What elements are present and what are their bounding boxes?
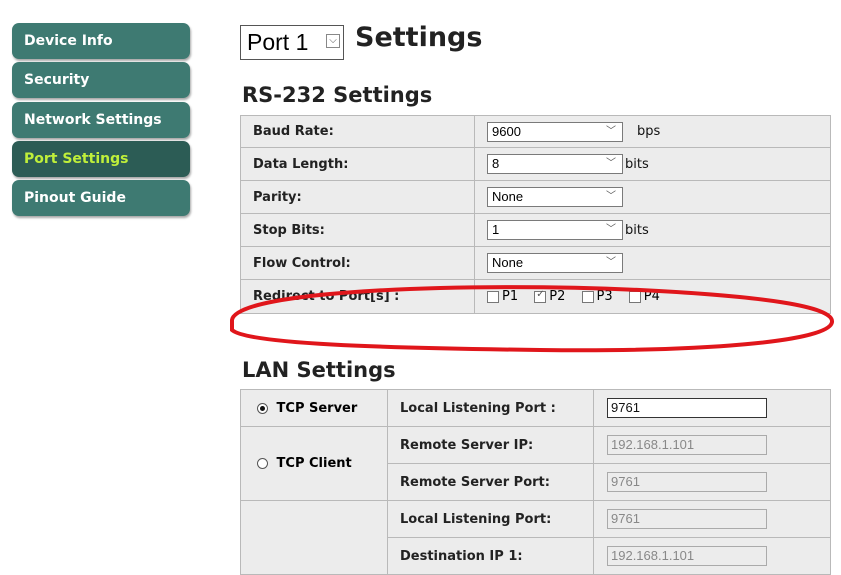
lan-section-title: LAN Settings bbox=[242, 358, 396, 382]
tcp-server-label: TCP Server bbox=[276, 400, 358, 416]
p1-checkbox[interactable] bbox=[487, 290, 499, 303]
tcp-server-local-port-label: Local Listening Port : bbox=[387, 389, 594, 427]
data-length-value: 8 bbox=[492, 156, 500, 171]
tcp-client-row-1: TCP Client Remote Server IP: 192.168.1.1… bbox=[240, 426, 831, 501]
chevron-down-icon: ⌵ bbox=[326, 34, 340, 48]
parity-row: Parity: None ﹀ bbox=[240, 180, 831, 214]
port-select[interactable]: Port 1 ⌵ bbox=[240, 25, 344, 60]
nav-pinout-guide[interactable]: Pinout Guide bbox=[12, 180, 190, 216]
destination-ip-1-label: Destination IP 1: bbox=[387, 537, 594, 575]
tcp-server-radio[interactable] bbox=[257, 402, 268, 414]
baud-rate-row: Baud Rate: 9600 ﹀ bps bbox=[240, 115, 831, 148]
baud-rate-value: 9600 bbox=[492, 123, 521, 139]
parity-value: None bbox=[492, 189, 524, 204]
p3-label: P3 bbox=[596, 289, 613, 304]
nav-port-settings[interactable]: Port Settings bbox=[12, 141, 190, 177]
tcp-server-row: TCP Server Local Listening Port : 9761 bbox=[240, 389, 831, 427]
p3-checkbox[interactable] bbox=[581, 290, 594, 303]
p4-label: P4 bbox=[643, 289, 660, 304]
p2-label: P2 bbox=[549, 289, 566, 304]
udp-row-1: Local Listening Port: 9761 bbox=[240, 500, 831, 575]
data-length-row: Data Length: 8 ﹀ bits bbox=[240, 147, 831, 181]
data-length-label: Data Length: bbox=[240, 147, 475, 181]
tcp-server-local-port-input[interactable]: 9761 bbox=[607, 398, 767, 418]
data-length-select[interactable]: 8 ﹀ bbox=[487, 154, 623, 174]
tcp-client-option[interactable]: TCP Client bbox=[240, 426, 388, 501]
tcp-client-label: TCP Client bbox=[276, 456, 352, 471]
p1-label: P1 bbox=[502, 289, 519, 304]
nav-network-settings[interactable]: Network Settings bbox=[12, 102, 190, 138]
flow-control-row: Flow Control: None ﹀ bbox=[240, 246, 831, 280]
baud-rate-label: Baud Rate: bbox=[240, 115, 475, 148]
redirect-row: Redirect to Port[s] : P1 P2 P3 P4 bbox=[240, 279, 831, 314]
stop-bits-select[interactable]: 1 ﹀ bbox=[487, 220, 623, 240]
data-length-unit: bits bbox=[625, 156, 649, 172]
p4-checkbox[interactable] bbox=[628, 290, 641, 303]
parity-select[interactable]: None ﹀ bbox=[487, 187, 623, 207]
stop-bits-label: Stop Bits: bbox=[240, 213, 475, 247]
nav-security[interactable]: Security bbox=[12, 62, 190, 98]
rs232-settings-table: Baud Rate: 9600 ﹀ bps Data Length: 8 ﹀ bits … bbox=[240, 115, 831, 314]
rs232-section-title: RS-232 Settings bbox=[242, 83, 433, 107]
chevron-down-icon: ﹀ bbox=[606, 191, 616, 202]
flow-control-select[interactable]: None ﹀ bbox=[487, 253, 623, 273]
p2-checkbox[interactable] bbox=[534, 289, 547, 303]
tcp-client-radio[interactable] bbox=[257, 458, 268, 469]
baud-rate-unit: bps bbox=[637, 124, 661, 139]
udp-option[interactable] bbox=[240, 500, 388, 575]
parity-label: Parity: bbox=[240, 180, 475, 214]
remote-server-port-label: Remote Server Port: bbox=[387, 463, 594, 501]
stop-bits-unit: bits bbox=[625, 222, 649, 238]
port-select-value: Port 1 bbox=[247, 29, 309, 55]
page-title: Settings bbox=[355, 22, 483, 53]
flow-control-label: Flow Control: bbox=[240, 246, 475, 280]
lan-settings-table: TCP Server Local Listening Port : 9761 T… bbox=[240, 389, 831, 575]
flow-control-value: None bbox=[492, 255, 524, 270]
remote-server-ip-input[interactable]: 192.168.1.101 bbox=[607, 435, 767, 455]
chevron-down-icon: ﹀ bbox=[606, 224, 616, 235]
udp-local-port-input[interactable]: 9761 bbox=[607, 509, 767, 529]
destination-ip-1-input[interactable]: 192.168.1.101 bbox=[607, 546, 767, 566]
remote-server-ip-label: Remote Server IP: bbox=[387, 426, 594, 464]
stop-bits-value: 1 bbox=[492, 222, 500, 237]
nav-device-info[interactable]: Device Info bbox=[12, 23, 190, 59]
remote-server-port-input[interactable]: 9761 bbox=[607, 472, 767, 492]
chevron-down-icon: ﹀ bbox=[606, 125, 616, 137]
redirect-label: Redirect to Port[s] : bbox=[240, 279, 475, 314]
stop-bits-row: Stop Bits: 1 ﹀ bits bbox=[240, 213, 831, 247]
udp-local-port-label: Local Listening Port: bbox=[387, 500, 594, 538]
baud-rate-select[interactable]: 9600 ﹀ bbox=[487, 121, 623, 142]
tcp-server-option[interactable]: TCP Server bbox=[240, 389, 388, 427]
chevron-down-icon: ﹀ bbox=[606, 257, 616, 268]
chevron-down-icon: ﹀ bbox=[606, 158, 616, 169]
